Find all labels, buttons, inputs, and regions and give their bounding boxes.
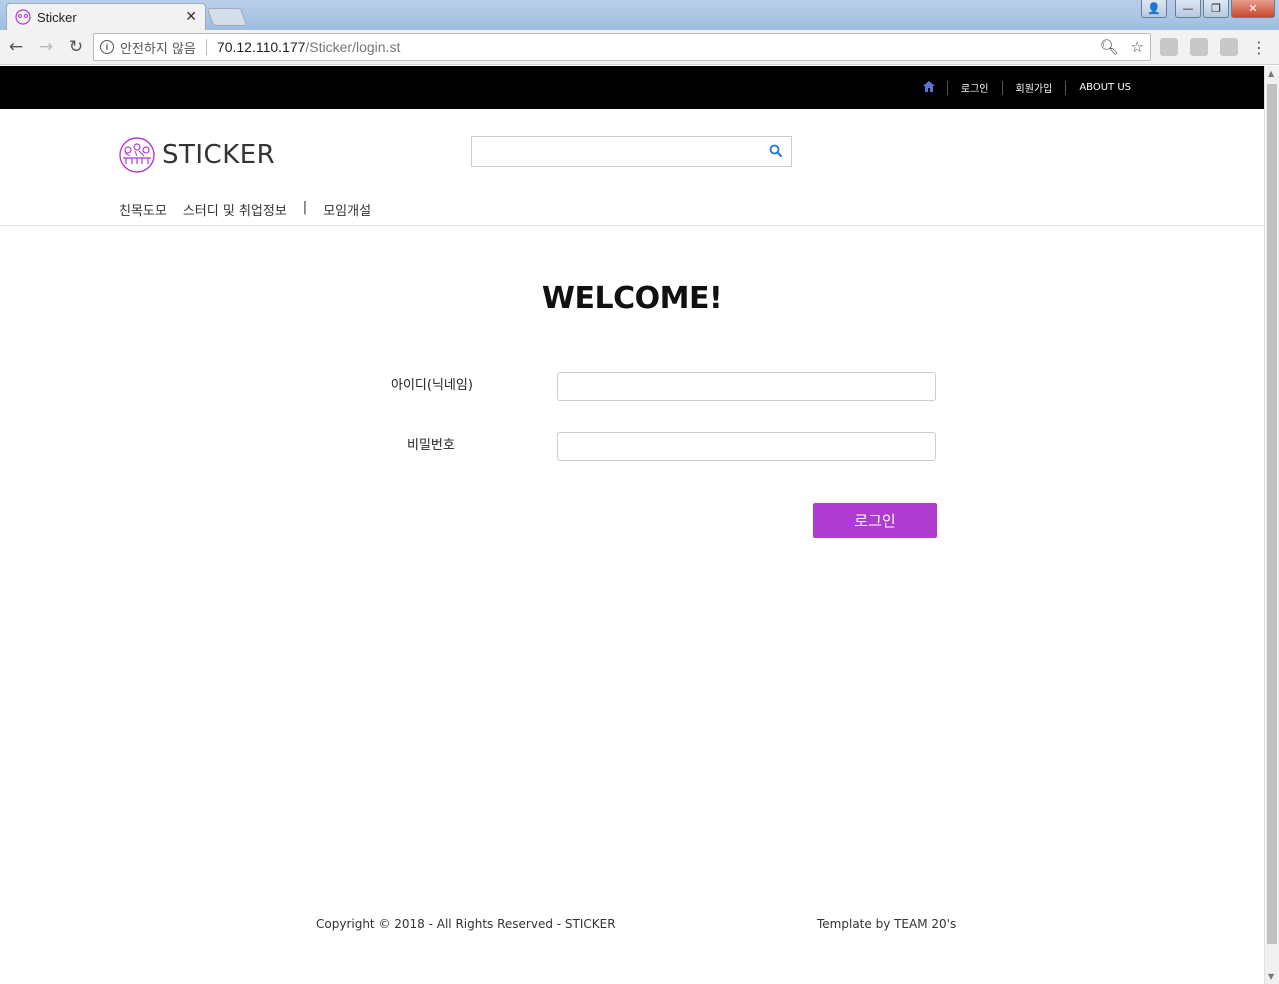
scroll-up-icon[interactable]: ▲ (1268, 69, 1274, 78)
browser-tab[interactable]: Sticker ✕ (6, 3, 206, 30)
address-bar[interactable]: i 안전하지 않음 70.12.110.177 /Sticker/login.s… (93, 33, 1151, 61)
main-menu: 친목도모 스터디 및 취업정보 | 모임개설 (119, 200, 387, 219)
password-label: 비밀번호 (407, 438, 455, 453)
close-window-button[interactable]: ✕ (1231, 0, 1275, 18)
login-button[interactable]: 로그인 (813, 503, 937, 538)
info-icon[interactable]: i (100, 40, 114, 54)
evernote-extension-icon[interactable] (1190, 38, 1208, 56)
nav-login-link[interactable]: 로그인 (948, 80, 1002, 95)
window-controls: 👤 — ❐ ✕ (1141, 0, 1275, 18)
reload-icon[interactable]: ↻ (62, 37, 90, 57)
tab-title: Sticker (37, 9, 77, 25)
menu-item-social[interactable]: 친목도모 (119, 200, 167, 219)
logo-text: STICKER (162, 140, 276, 170)
new-tab-button[interactable] (206, 8, 248, 26)
restore-button[interactable]: ❐ (1203, 0, 1229, 18)
menu-separator: | (302, 200, 308, 215)
search-icon[interactable] (769, 144, 783, 158)
browser-toolbar: ← → ↻ i 안전하지 않음 70.12.110.177 /Sticker/l… (0, 30, 1279, 65)
footer-template: Template by TEAM 20's (817, 917, 957, 931)
url-path: /Sticker/login.st (305, 39, 401, 55)
forward-icon[interactable]: → (32, 37, 60, 57)
menu-item-study-jobs[interactable]: 스터디 및 취업정보 (183, 200, 287, 219)
tab-close-icon[interactable]: ✕ (185, 9, 197, 25)
site-header: STICKER 친목도모 스터디 및 취업정보 | 모임개설 (0, 109, 1264, 226)
home-icon[interactable] (911, 80, 947, 95)
footer-copyright: Copyright © 2018 - All Rights Reserved -… (316, 917, 616, 931)
password-input[interactable] (557, 432, 936, 461)
nav-signup-link[interactable]: 회원가입 (1003, 80, 1066, 95)
address-divider (205, 39, 207, 55)
search-box[interactable] (471, 136, 792, 167)
profile-icon[interactable]: 👤 (1141, 0, 1167, 18)
id-input[interactable] (557, 372, 936, 401)
page-title: WELCOME! (541, 281, 723, 316)
scroll-down-icon[interactable]: ▼ (1268, 972, 1274, 981)
minimize-button[interactable]: — (1175, 0, 1201, 18)
site-logo[interactable]: STICKER (118, 136, 275, 174)
browser-tab-bar: Sticker ✕ 👤 — ❐ ✕ (0, 0, 1279, 30)
page-scrollbar[interactable]: ▲ ▼ (1264, 66, 1279, 984)
back-icon[interactable]: ← (2, 37, 30, 57)
url-host: 70.12.110.177 (216, 39, 306, 55)
extension-icons (1160, 38, 1238, 56)
star-icon[interactable]: ☆ (1131, 38, 1144, 56)
top-nav: 로그인 회원가입 ABOUT US (911, 80, 1144, 95)
security-label: 안전하지 않음 (120, 41, 196, 57)
scroll-thumb[interactable] (1267, 84, 1277, 944)
sticker-favicon-icon (15, 9, 31, 25)
browser-menu-icon[interactable]: ⋮ (1251, 38, 1267, 57)
zoom-icon[interactable]: 🔍︎ (1100, 38, 1119, 56)
pdf-extension-icon[interactable] (1160, 38, 1178, 56)
page-viewport: 로그인 회원가입 ABOUT US STICKER 친목도모 스터디 및 취업정… (0, 66, 1264, 984)
id-label: 아이디(닉네임) (391, 378, 473, 393)
top-bar: 로그인 회원가입 ABOUT US (0, 66, 1264, 109)
nav-about-link[interactable]: ABOUT US (1066, 82, 1144, 93)
search-input[interactable] (472, 137, 752, 166)
sticker-logo-icon (119, 137, 155, 173)
extension-icon[interactable] (1220, 38, 1238, 56)
menu-item-create-group[interactable]: 모임개설 (323, 200, 371, 219)
